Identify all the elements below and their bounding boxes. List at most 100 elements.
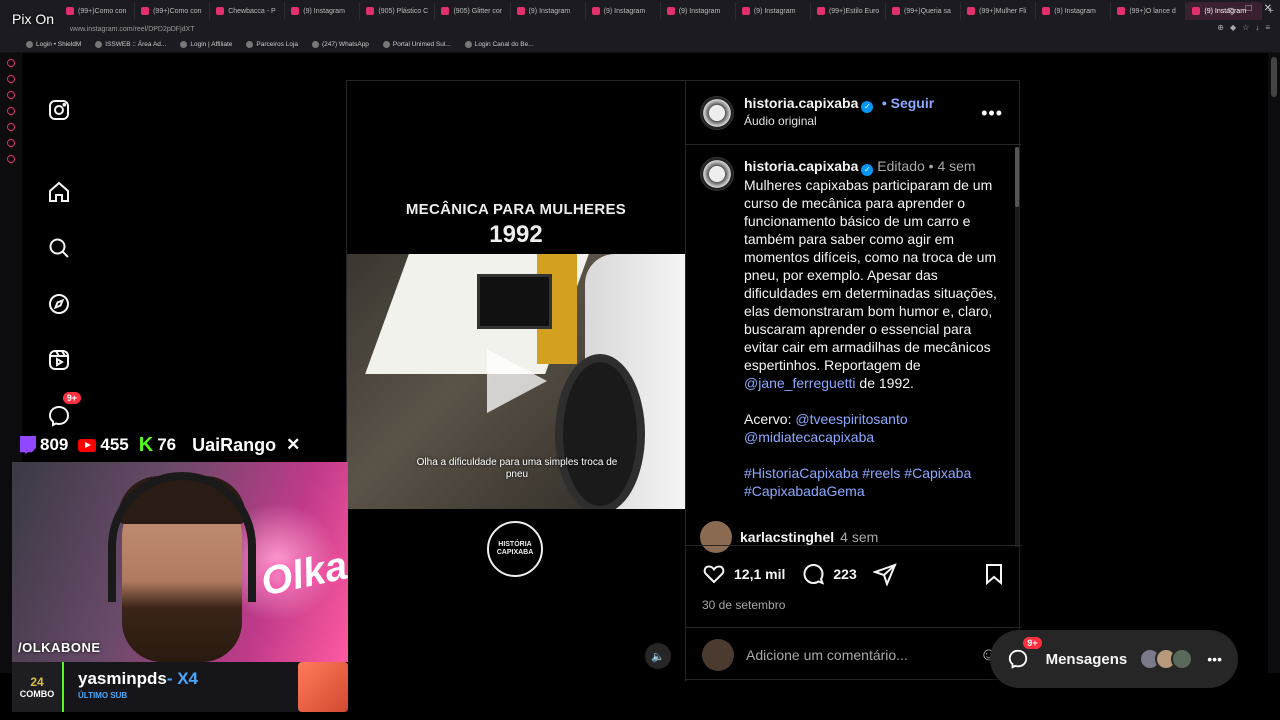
play-icon[interactable] (487, 349, 547, 413)
mention-link[interactable]: @jane_ferreguetti (744, 375, 856, 391)
sidebar-strip-icon[interactable] (7, 91, 15, 99)
more-icon[interactable]: ••• (1207, 651, 1222, 667)
audio-label[interactable]: Áudio original (744, 113, 934, 130)
bookmark-icon[interactable]: ☆ (1242, 23, 1249, 32)
sidebar-strip-icon[interactable] (7, 75, 15, 83)
caption-scrollbar[interactable] (1015, 147, 1019, 547)
sidebar-strip-icon[interactable] (7, 59, 15, 67)
browser-tab[interactable]: (99+)Como con (60, 2, 136, 20)
tab-label: (99+)O lance d (1129, 7, 1176, 15)
url-text[interactable]: www.instagram.com/reel/DPD2pDFjdXT (70, 26, 194, 33)
author-username[interactable]: historia.capixaba (744, 95, 858, 111)
bookmark-label: Login Canal do Be... (474, 40, 534, 48)
reel-video[interactable]: MECÂNICA PARA MULHERES 1992 Olha a dific… (347, 81, 685, 681)
twitch-count: 809 (40, 435, 69, 454)
acervo-link-2[interactable]: @midiatecacapixaba (744, 429, 874, 445)
browser-tab[interactable]: (9) Instagram (661, 2, 736, 20)
browser-tab[interactable]: (99+)Queria sa (886, 2, 962, 20)
browser-tab[interactable]: (99+)Como con (135, 2, 211, 20)
tab-favicon-icon (441, 7, 450, 15)
messages-button[interactable]: 9+ Mensagens ••• (990, 630, 1238, 688)
extension-icon[interactable]: ◆ (1230, 23, 1236, 32)
bookmarks-bar: Login • ShieldM ISSWEB :: Área Ad... Login… (0, 36, 1280, 53)
caption-avatar[interactable] (700, 157, 734, 191)
bookmark-item[interactable]: ISSWEB :: Área Ad... (95, 40, 166, 48)
comment-input[interactable] (746, 646, 966, 663)
browser-tab[interactable]: (99+)Mulher Fli (961, 2, 1037, 20)
reels-icon (49, 350, 69, 370)
twitch-icon (20, 436, 36, 454)
avatar (1171, 648, 1194, 670)
save-icon[interactable] (982, 562, 1006, 586)
caption-username[interactable]: historia.capixaba (744, 158, 858, 174)
tab-favicon-icon (216, 7, 225, 15)
kick-count: 76 (157, 435, 177, 454)
tab-favicon-icon (66, 7, 74, 15)
browser-tab[interactable]: (9) Instagram (586, 2, 661, 20)
likes-count[interactable]: 12,1 mil (734, 566, 785, 582)
bookmark-item[interactable]: Login | Affiliate (180, 40, 232, 48)
caption-edited: Editado (877, 158, 925, 174)
bookmark-item[interactable]: Login Canal do Be... (464, 40, 534, 48)
bookmark-label: Parceiros Loja (256, 40, 298, 48)
browser-tab[interactable]: (99+)O lance d (1111, 2, 1187, 20)
bookmark-item[interactable]: Login • ShieldM (26, 40, 81, 48)
tab-favicon-icon (967, 7, 976, 15)
messenger-icon (1008, 649, 1027, 669)
hashtags-1[interactable]: #HistoriaCapixaba #reels #Capixaba (744, 465, 971, 481)
download-icon[interactable]: ↓ (1255, 23, 1259, 32)
scroll-thumb[interactable] (1271, 57, 1277, 97)
browser-tab[interactable]: (905) Glitter cor (435, 2, 511, 20)
sidebar-strip-icon[interactable] (7, 123, 15, 131)
bookmark-favicon-icon (311, 40, 319, 48)
more-options-icon[interactable]: ••• (981, 103, 1003, 124)
comment-icon[interactable] (801, 562, 825, 586)
close-icon[interactable]: ✕ (1264, 3, 1272, 14)
nav-reels[interactable] (37, 338, 81, 382)
nav-instagram-logo[interactable] (37, 88, 81, 132)
tab-favicon-icon (666, 7, 675, 15)
acervo-label: Acervo: (744, 411, 792, 427)
scene-tire (555, 354, 645, 509)
tab-favicon-icon (291, 7, 300, 15)
follow-button[interactable]: • Seguir (882, 95, 934, 111)
bookmark-favicon-icon (246, 40, 254, 48)
commenter-username[interactable]: karlacstinghel (740, 529, 834, 545)
acervo-link-1[interactable]: @tveespiritosanto (795, 411, 907, 427)
combo-face-icon (298, 662, 348, 712)
browser-tab[interactable]: (9) Instagram (1036, 2, 1112, 20)
bookmark-item[interactable]: Portal Unimed Sul... (382, 40, 451, 48)
sidebar-strip-icon[interactable] (7, 139, 15, 147)
browser-tab[interactable]: (9) Instagram (736, 2, 811, 20)
sidebar-strip-icon[interactable] (7, 107, 15, 115)
combo-label: COMBO (19, 689, 55, 699)
nav-search[interactable] (37, 226, 81, 270)
browser-tab[interactable]: (905) Plástico C (360, 2, 436, 20)
browser-tab[interactable]: (9) Instagram (511, 2, 586, 20)
minimize-icon[interactable]: – (1228, 3, 1234, 14)
bookmark-item[interactable]: (247) WhatsApp (311, 40, 369, 48)
mute-button[interactable]: 🔈 (645, 643, 671, 669)
share-icon[interactable] (872, 562, 897, 586)
scroll-thumb[interactable] (1015, 147, 1019, 207)
right-scroll-strip[interactable] (1268, 53, 1280, 673)
browser-tab[interactable]: (99+)Estilo Euro (811, 2, 887, 20)
maximize-icon[interactable]: □ (1246, 3, 1252, 14)
bookmark-item[interactable]: Parceiros Loja (246, 40, 298, 48)
heart-icon[interactable] (702, 562, 726, 586)
browser-tab[interactable]: (9) Instagram (285, 2, 361, 20)
hashtags-2[interactable]: #CapixabadaGema (744, 483, 865, 499)
address-bar[interactable]: www.instagram.com/reel/DPD2pDFjdXT ⊕ ◆ ☆… (0, 22, 1280, 36)
zoom-icon[interactable]: ⊕ (1217, 23, 1224, 32)
nav-home[interactable] (37, 170, 81, 214)
menu-icon[interactable]: ≡ (1265, 23, 1270, 32)
browser-tab[interactable]: Chewbacca - P (210, 2, 286, 20)
nav-explore[interactable] (37, 282, 81, 326)
sidebar-strip-icon[interactable] (7, 155, 15, 163)
video-frame[interactable]: Olha a dificuldade para uma simples troc… (347, 254, 685, 509)
kick-icon: K (138, 433, 154, 456)
youtube-icon (78, 438, 97, 452)
instagram-nav: 9+ (34, 88, 84, 450)
author-avatar[interactable] (700, 95, 734, 130)
comments-count[interactable]: 223 (833, 566, 856, 582)
